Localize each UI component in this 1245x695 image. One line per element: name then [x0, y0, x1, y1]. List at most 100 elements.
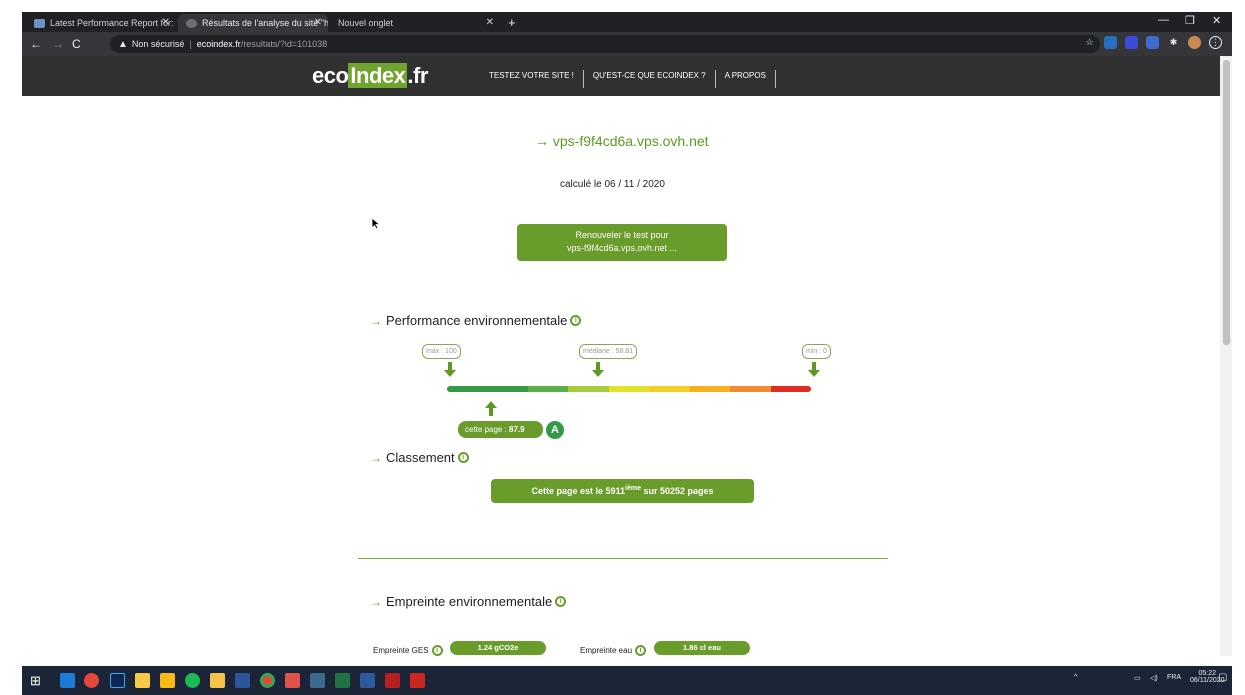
extension-icon[interactable] — [1125, 36, 1138, 49]
browser-tabstrip: Latest Performance Report for: h ✕ Résul… — [22, 12, 1232, 32]
browser-toolbar: ← → C ▲ Non sécurisé | ecoindex.fr /resu… — [22, 32, 1232, 56]
photoshop-icon[interactable] — [110, 673, 125, 688]
site-header: ecoIndex.fr TESTEZ VOTRE SITE ! QU'EST-C… — [22, 56, 1220, 96]
globe-favicon-icon — [186, 18, 197, 28]
word-icon[interactable] — [235, 673, 250, 688]
scale-segment — [527, 386, 569, 392]
close-window-icon[interactable]: ✕ — [1212, 14, 1221, 27]
tray-chevron-icon[interactable]: ^ — [1074, 674, 1077, 681]
scrollbar-thumb[interactable] — [1223, 60, 1230, 345]
menu-item-about[interactable]: A PROPOS — [716, 70, 776, 88]
close-tab-icon[interactable]: ✕ — [314, 17, 322, 28]
info-icon[interactable]: i — [431, 645, 443, 656]
app-icon[interactable] — [360, 673, 375, 688]
tab-new-tab[interactable]: Nouvel onglet ✕ — [330, 14, 500, 32]
page-score-pill: cette page : 87.9 — [458, 421, 543, 438]
scale-segment — [689, 386, 731, 392]
spotify-icon[interactable] — [185, 673, 200, 688]
extension-icon[interactable] — [1104, 36, 1117, 49]
new-tab-button[interactable]: + — [508, 15, 516, 30]
scale-segment — [608, 386, 650, 392]
scale-segment — [447, 386, 488, 392]
address-separator: | — [189, 39, 192, 49]
info-icon[interactable]: i — [457, 452, 469, 463]
extension-icon[interactable] — [1146, 36, 1159, 49]
info-icon[interactable]: i — [555, 596, 567, 607]
sticky-notes-icon[interactable] — [135, 673, 150, 688]
ges-footprint-value: 1.24 gCO2e — [450, 641, 546, 655]
address-host: ecoindex.fr — [196, 39, 241, 49]
water-footprint-value: 1.86 cl eau — [654, 641, 750, 655]
renew-test-button[interactable]: Renouveler le test pour vps-f9f4cd6a.vps… — [517, 224, 727, 261]
water-footprint-label: Empreinte eau i — [580, 645, 647, 656]
extension-area: ☆ ✱ ⋮ — [1083, 36, 1222, 49]
arrow-down-icon — [444, 362, 456, 377]
ranking-banner: Cette page est le 5911ième sur 50252 pag… — [491, 479, 754, 503]
close-tab-icon[interactable]: ✕ — [486, 17, 494, 28]
mouse-cursor-icon — [371, 217, 381, 230]
address-path: /resultats/?id=101038 — [240, 39, 328, 49]
ges-footprint-label: Empreinte GES i — [373, 645, 443, 656]
performance-section-title: → Performance environnementale i — [370, 313, 582, 328]
scale-segment — [487, 386, 528, 392]
minimize-icon[interactable]: — — [1158, 14, 1169, 26]
network-icon[interactable]: ▭ — [1134, 674, 1141, 682]
section-divider — [358, 558, 888, 559]
avatar[interactable] — [1188, 36, 1201, 49]
screen: Latest Performance Report for: h ✕ Résul… — [0, 0, 1245, 695]
median-score-tag: médiane : 58.81 — [579, 344, 638, 359]
close-tab-icon[interactable]: ✕ — [162, 17, 170, 28]
ecoindex-logo[interactable]: ecoIndex.fr — [312, 63, 428, 89]
excel-icon[interactable] — [335, 673, 350, 688]
app-icon[interactable] — [310, 673, 325, 688]
back-icon[interactable]: ← — [30, 37, 42, 51]
notifications-icon[interactable]: ▢ — [1218, 672, 1227, 683]
arrow-right-icon: → — [370, 450, 382, 465]
language-indicator[interactable]: FRA — [1167, 674, 1181, 681]
tab-ecoindex-results[interactable]: Résultats de l'analyse du site "htt ✕ — [178, 14, 328, 32]
filezilla-icon[interactable] — [385, 673, 400, 688]
windows-taskbar: ⊞ ^ ▭ ◁) FRA 05:22 06/11/2020 ▢ — [22, 666, 1232, 695]
info-icon[interactable]: i — [635, 645, 647, 656]
file-explorer-icon[interactable] — [210, 673, 225, 688]
bookmark-star-icon[interactable]: ☆ — [1083, 36, 1096, 49]
max-score-tag: max : 100 — [422, 344, 461, 359]
footprint-section-title: → Empreinte environnementale i — [370, 594, 567, 609]
mail-app-icon[interactable] — [60, 673, 75, 688]
ecoindex-color-scale — [447, 386, 811, 392]
scale-segment — [568, 386, 609, 392]
address-bar[interactable]: ▲ Non sécurisé | ecoindex.fr /resultats/… — [110, 35, 1100, 53]
tab-performance-report[interactable]: Latest Performance Report for: h ✕ — [26, 14, 176, 32]
menu-item-test-site[interactable]: TESTEZ VOTRE SITE ! — [480, 70, 584, 88]
arrow-down-icon — [808, 362, 820, 377]
ranking-section-title: → Classement i — [370, 450, 469, 465]
volume-icon[interactable]: ◁) — [1150, 674, 1158, 682]
scale-segment — [649, 386, 690, 392]
forward-icon[interactable]: → — [52, 37, 64, 51]
acrobat-icon[interactable] — [410, 673, 425, 688]
analyzed-site-name: → vps-f9f4cd6a.vps.ovh.net — [535, 133, 709, 149]
chrome-icon[interactable] — [260, 673, 275, 688]
kebab-menu-icon[interactable]: ⋮ — [1209, 36, 1222, 49]
menu-item-what-is-ecoindex[interactable]: QU'EST-CE QUE ECOINDEX ? — [584, 70, 716, 88]
reload-icon[interactable]: C — [72, 37, 81, 51]
arrow-right-icon: → — [370, 594, 382, 609]
report-favicon-icon — [34, 18, 45, 28]
file-icon[interactable] — [160, 673, 175, 688]
app-icon[interactable] — [84, 673, 99, 688]
scale-segment — [730, 386, 771, 392]
windows-start-icon[interactable]: ⊞ — [30, 673, 45, 688]
min-score-tag: min : 0 — [802, 344, 832, 359]
arrow-right-icon: → — [370, 313, 382, 328]
security-label: Non sécurisé — [131, 39, 185, 49]
info-icon[interactable]: i — [570, 315, 582, 326]
arrow-down-icon — [592, 362, 604, 377]
page-score-value: 87.9 — [509, 425, 525, 434]
scale-segment — [770, 386, 811, 392]
main-menu: TESTEZ VOTRE SITE ! QU'EST-CE QUE ECOIND… — [480, 70, 776, 88]
arrow-up-icon — [485, 401, 497, 416]
app-icon[interactable] — [285, 673, 300, 688]
restore-icon[interactable]: ❐ — [1185, 14, 1195, 27]
warning-icon: ▲ — [118, 38, 128, 50]
puzzle-extensions-icon[interactable]: ✱ — [1167, 36, 1180, 49]
